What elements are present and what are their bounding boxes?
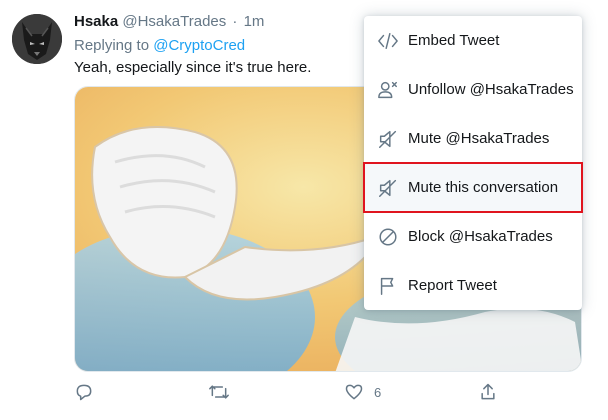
reply-icon [74,382,94,402]
author-name[interactable]: Hsaka [74,13,118,30]
replying-to-link[interactable]: @CryptoCred [153,37,245,54]
flag-icon [377,275,399,297]
tweet-text: Yeah, especially since it's true here. [74,59,312,76]
share-icon [478,382,498,402]
menu-item-mute-user[interactable]: Mute @HsakaTrades [364,114,582,163]
code-icon [377,30,399,52]
menu-item-label: Block @HsakaTrades [408,228,553,245]
replying-to-line: Replying to @CryptoCred [74,37,245,54]
menu-item-mute-conversation[interactable]: Mute this conversation [363,162,583,213]
tweet-timestamp[interactable]: 1m [244,13,265,30]
menu-item-label: Unfollow @HsakaTrades [408,81,574,98]
tweet-header: Hsaka @HsakaTrades · 1m [74,13,264,30]
mute-icon [377,128,399,150]
heart-icon [344,382,364,402]
tweet-actions: 6 [74,380,514,404]
reply-button[interactable] [74,380,94,404]
menu-item-label: Report Tweet [408,277,497,294]
avatar[interactable] [12,14,62,64]
menu-item-block[interactable]: Block @HsakaTrades [364,212,582,261]
menu-item-embed-tweet[interactable]: Embed Tweet [364,16,582,65]
unfollow-icon [377,79,399,101]
mute-icon [377,177,399,199]
tweet: Hsaka @HsakaTrades · 1m Replying to @Cry… [0,0,608,420]
header-separator: · [232,13,238,30]
like-button[interactable]: 6 [344,380,381,404]
author-handle[interactable]: @HsakaTrades [122,13,226,30]
like-count: 6 [374,384,382,400]
menu-item-label: Mute this conversation [408,179,559,196]
block-icon [377,226,399,248]
replying-to-prefix: Replying to [74,37,150,54]
tweet-options-menu: Embed Tweet Unfollow @HsakaTrades Mute @… [363,16,583,310]
retweet-button[interactable] [208,380,230,404]
retweet-icon [208,382,230,402]
menu-item-label: Mute @HsakaTrades [408,130,550,147]
share-button[interactable] [478,380,498,404]
menu-item-report[interactable]: Report Tweet [364,261,582,310]
menu-item-unfollow[interactable]: Unfollow @HsakaTrades [364,65,582,114]
menu-item-label: Embed Tweet [408,32,500,49]
